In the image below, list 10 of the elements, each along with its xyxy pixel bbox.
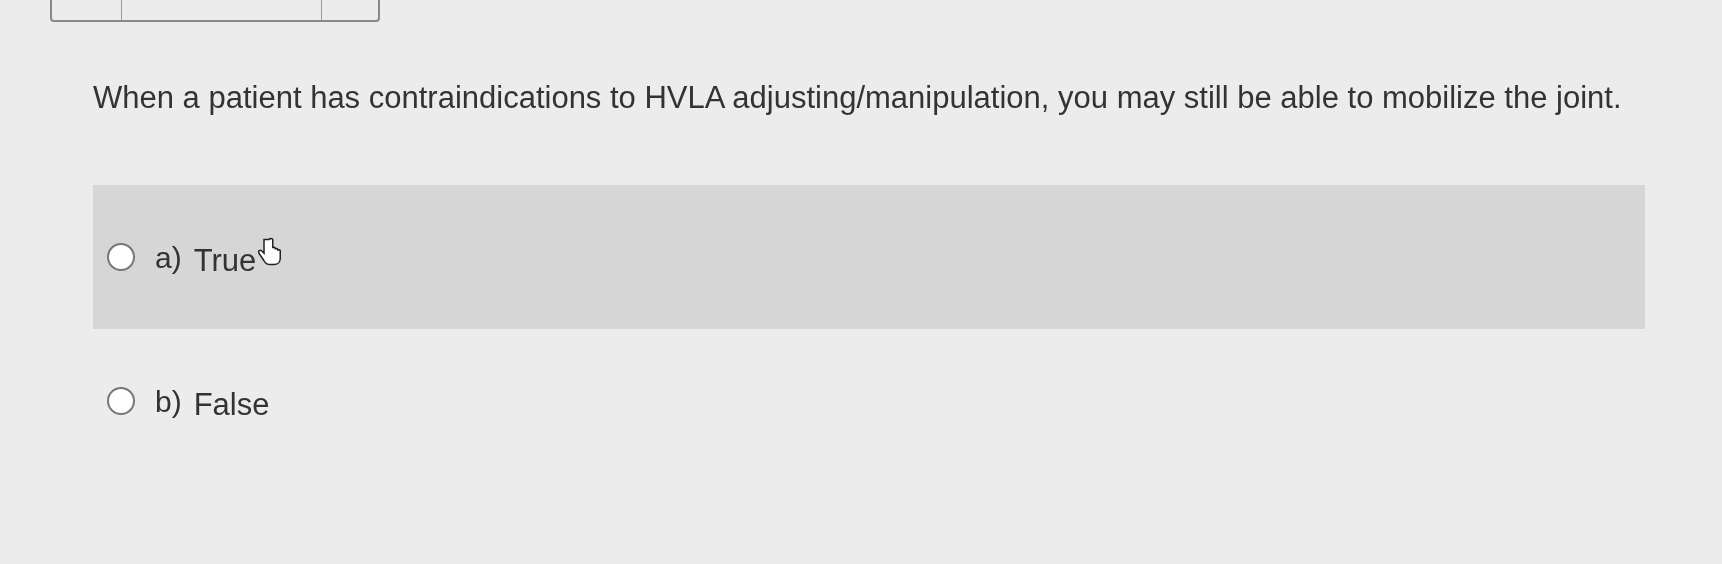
radio-button[interactable] <box>107 243 135 271</box>
option-label: False <box>193 385 270 424</box>
option-letter: b) <box>155 383 182 420</box>
answer-option[interactable]: a) True <box>93 185 1645 329</box>
hand-cursor-icon <box>256 237 283 267</box>
option-letter: a) <box>155 239 182 276</box>
answer-option[interactable]: b) False <box>93 329 1645 473</box>
question-text: When a patient has contraindications to HVLA adjusting/manipulation, you may still be able to mobilize the joint. <box>93 79 1623 117</box>
option-label: True <box>193 241 257 280</box>
radio-button[interactable] <box>107 387 135 415</box>
